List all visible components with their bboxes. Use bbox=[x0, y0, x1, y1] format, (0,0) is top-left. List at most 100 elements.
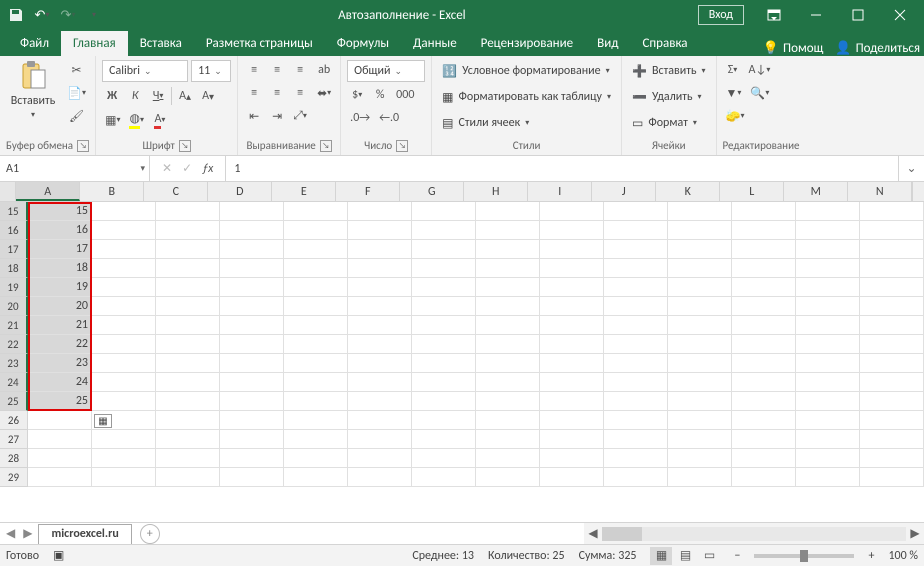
name-box[interactable]: A1▾ bbox=[0, 156, 150, 181]
cell[interactable] bbox=[604, 392, 668, 411]
horizontal-scroll-thumb[interactable] bbox=[602, 527, 642, 541]
scroll-left-button[interactable]: ◀ bbox=[584, 526, 602, 541]
zoom-out-button[interactable]: − bbox=[734, 549, 740, 563]
sign-in-button[interactable]: Вход bbox=[698, 5, 744, 25]
cell[interactable] bbox=[668, 240, 732, 259]
cell[interactable] bbox=[668, 392, 732, 411]
cell[interactable] bbox=[796, 430, 860, 449]
cell[interactable] bbox=[412, 278, 476, 297]
cell[interactable] bbox=[796, 259, 860, 278]
cell[interactable] bbox=[348, 278, 412, 297]
cell[interactable] bbox=[284, 468, 348, 487]
column-header-I[interactable]: I bbox=[528, 182, 592, 201]
cell[interactable] bbox=[476, 430, 540, 449]
cell[interactable] bbox=[540, 449, 604, 468]
page-layout-view-button[interactable]: ▤ bbox=[674, 547, 696, 565]
cell[interactable] bbox=[412, 297, 476, 316]
cell[interactable]: 25 bbox=[28, 392, 92, 411]
formula-input[interactable]: 1 bbox=[226, 156, 898, 181]
row-header[interactable]: 22 bbox=[0, 335, 28, 354]
cell[interactable] bbox=[476, 278, 540, 297]
zoom-slider[interactable] bbox=[754, 554, 854, 558]
cell[interactable] bbox=[92, 354, 156, 373]
cell[interactable] bbox=[540, 354, 604, 373]
cell[interactable] bbox=[540, 373, 604, 392]
cell[interactable] bbox=[412, 449, 476, 468]
cell[interactable] bbox=[156, 449, 220, 468]
cell[interactable] bbox=[156, 392, 220, 411]
cell[interactable] bbox=[284, 221, 348, 240]
next-sheet-button[interactable]: ▶ bbox=[23, 526, 32, 541]
cell[interactable] bbox=[732, 430, 796, 449]
tell-me-button[interactable]: 💡Помощ bbox=[763, 41, 824, 56]
maximize-button[interactable] bbox=[838, 0, 878, 30]
column-header-C[interactable]: C bbox=[144, 182, 208, 201]
cell[interactable] bbox=[732, 240, 796, 259]
copy-button[interactable]: 📄▾ bbox=[64, 83, 89, 103]
cell[interactable] bbox=[732, 221, 796, 240]
cell[interactable] bbox=[220, 240, 284, 259]
cell[interactable] bbox=[860, 221, 924, 240]
cell[interactable] bbox=[604, 259, 668, 278]
cell[interactable] bbox=[284, 316, 348, 335]
cell[interactable] bbox=[412, 221, 476, 240]
cell[interactable] bbox=[412, 335, 476, 354]
cell[interactable] bbox=[732, 411, 796, 430]
cell[interactable] bbox=[156, 430, 220, 449]
cell-styles-button[interactable]: ▤Стили ячеек▾ bbox=[438, 112, 615, 134]
cell[interactable] bbox=[732, 202, 796, 221]
redo-button[interactable]: ↷▾ bbox=[56, 3, 80, 27]
cell[interactable] bbox=[284, 202, 348, 221]
cell[interactable] bbox=[284, 411, 348, 430]
align-top-button[interactable]: ≡ bbox=[244, 60, 264, 80]
cell[interactable] bbox=[604, 468, 668, 487]
column-header-B[interactable]: B bbox=[80, 182, 144, 201]
column-header-K[interactable]: K bbox=[656, 182, 720, 201]
cell[interactable]: 17 bbox=[28, 240, 92, 259]
tab-home[interactable]: Главная bbox=[61, 31, 128, 56]
cell[interactable] bbox=[668, 221, 732, 240]
column-header-M[interactable]: M bbox=[784, 182, 848, 201]
tab-page-layout[interactable]: Разметка страницы bbox=[194, 31, 325, 56]
decrease-indent-button[interactable]: ⇤ bbox=[244, 106, 264, 126]
increase-indent-button[interactable]: ⇥ bbox=[267, 106, 287, 126]
cell[interactable] bbox=[28, 468, 92, 487]
increase-font-button[interactable]: A▴ bbox=[175, 86, 195, 106]
cell[interactable] bbox=[604, 316, 668, 335]
tab-review[interactable]: Рецензирование bbox=[469, 31, 585, 56]
font-dialog-launcher[interactable]: ↘ bbox=[179, 140, 191, 152]
cell[interactable] bbox=[860, 392, 924, 411]
cell[interactable] bbox=[156, 354, 220, 373]
cell[interactable] bbox=[476, 202, 540, 221]
cell[interactable] bbox=[796, 354, 860, 373]
cell[interactable] bbox=[92, 468, 156, 487]
cell[interactable] bbox=[604, 335, 668, 354]
cell[interactable] bbox=[796, 335, 860, 354]
cell[interactable] bbox=[348, 316, 412, 335]
cell[interactable] bbox=[348, 259, 412, 278]
cell[interactable] bbox=[476, 373, 540, 392]
cell[interactable]: 24 bbox=[28, 373, 92, 392]
cell[interactable] bbox=[668, 278, 732, 297]
cell[interactable]: 20 bbox=[28, 297, 92, 316]
format-cells-button[interactable]: ▭Формат▾ bbox=[628, 112, 709, 134]
cell[interactable]: 22 bbox=[28, 335, 92, 354]
cell[interactable]: 23 bbox=[28, 354, 92, 373]
cell[interactable] bbox=[860, 430, 924, 449]
row-header[interactable]: 17 bbox=[0, 240, 28, 259]
cell[interactable] bbox=[412, 240, 476, 259]
cell[interactable] bbox=[860, 449, 924, 468]
new-sheet-button[interactable]: + bbox=[140, 524, 160, 544]
cell[interactable] bbox=[348, 335, 412, 354]
cell[interactable] bbox=[412, 392, 476, 411]
cell[interactable] bbox=[540, 297, 604, 316]
cell[interactable] bbox=[732, 354, 796, 373]
cell[interactable] bbox=[156, 316, 220, 335]
cell[interactable] bbox=[284, 449, 348, 468]
clipboard-dialog-launcher[interactable]: ↘ bbox=[77, 140, 89, 152]
close-button[interactable] bbox=[880, 0, 920, 30]
cell[interactable] bbox=[796, 240, 860, 259]
select-all-corner[interactable] bbox=[0, 182, 16, 201]
cell[interactable] bbox=[156, 468, 220, 487]
cell[interactable] bbox=[92, 430, 156, 449]
